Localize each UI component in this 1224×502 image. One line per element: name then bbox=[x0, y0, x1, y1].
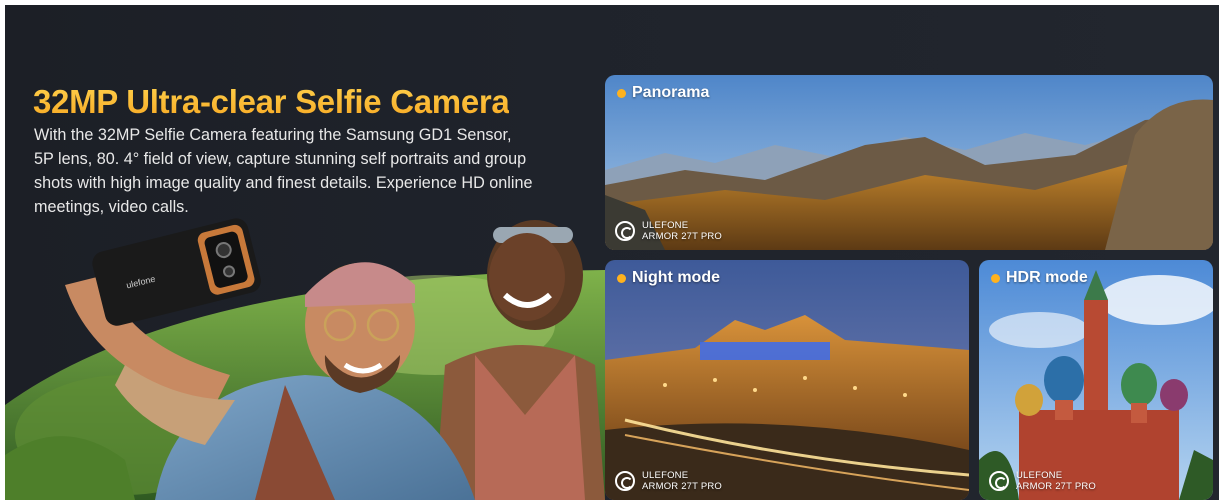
hdr-mode-photo bbox=[979, 260, 1213, 500]
night-mode-label-text: Night mode bbox=[632, 269, 720, 286]
watermark-brand: ULEFONE bbox=[642, 220, 689, 231]
bullet-dot-icon bbox=[617, 88, 626, 98]
watermark-brand: ULEFONE bbox=[642, 470, 689, 481]
selfie-scene-image: ulefone bbox=[5, 215, 605, 500]
night-mode-photo bbox=[605, 260, 969, 500]
panorama-sample-card: Panorama ULEFONE ARMOR 27T PRO bbox=[605, 75, 1213, 250]
panorama-label: Panorama bbox=[617, 84, 709, 102]
headline: 32MP Ultra-clear Selfie Camera bbox=[33, 83, 510, 120]
panorama-watermark: ULEFONE ARMOR 27T PRO bbox=[615, 220, 722, 242]
night-mode-watermark: ULEFONE ARMOR 27T PRO bbox=[615, 470, 722, 492]
night-mode-sample-card: Night mode ULEFONE ARMOR 27T PRO bbox=[605, 260, 969, 500]
hdr-mode-sample-card: HDR mode ULEFONE ARMOR 27T PRO bbox=[979, 260, 1213, 500]
bullet-dot-icon bbox=[991, 273, 1000, 283]
camera-shutter-icon bbox=[989, 471, 1009, 491]
hdr-mode-label-text: HDR mode bbox=[1006, 269, 1088, 286]
watermark-model: ARMOR 27T PRO bbox=[642, 481, 723, 492]
hdr-mode-label: HDR mode bbox=[991, 269, 1088, 287]
panorama-label-text: Panorama bbox=[632, 84, 710, 101]
watermark-model: ARMOR 27T PRO bbox=[642, 231, 723, 242]
camera-shutter-icon bbox=[615, 471, 635, 491]
night-mode-label: Night mode bbox=[617, 269, 720, 287]
camera-shutter-icon bbox=[615, 221, 635, 241]
watermark-model: ARMOR 27T PRO bbox=[1016, 481, 1097, 492]
camera-feature-banner: 32MP Ultra-clear Selfie Camera With the … bbox=[5, 5, 1219, 500]
hdr-mode-watermark: ULEFONE ARMOR 27T PRO bbox=[989, 470, 1096, 492]
watermark-brand: ULEFONE bbox=[1016, 470, 1063, 481]
bullet-dot-icon bbox=[617, 273, 626, 283]
feature-description: With the 32MP Selfie Camera featuring th… bbox=[34, 126, 533, 216]
